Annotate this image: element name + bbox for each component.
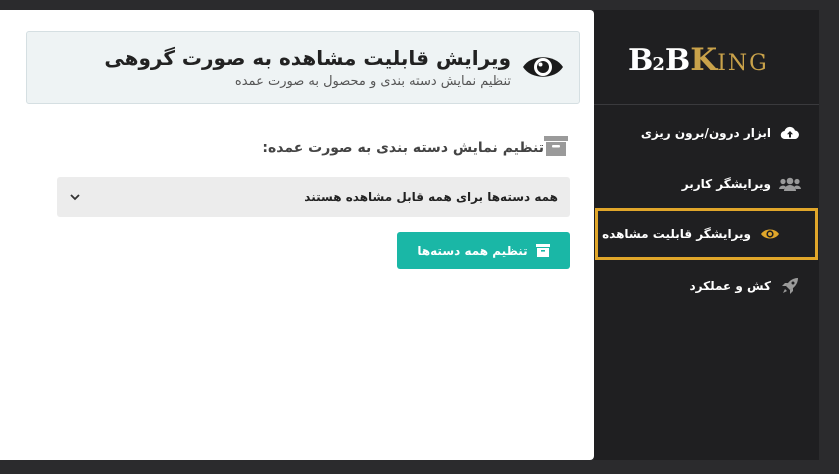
category-visibility-select[interactable]: همه دسته‌ها برای همه قابل مشاهده هستند [57, 177, 570, 217]
eye-icon [759, 226, 781, 242]
page-title: ویرایش قابلیت مشاهده به صورت گروهی [104, 46, 511, 70]
users-icon [779, 176, 801, 192]
chevron-down-icon [70, 194, 80, 201]
main-panel: ویرایش قابلیت مشاهده به صورت گروهی تنظیم… [0, 10, 594, 460]
page-subtitle: تنظیم نمایش دسته بندی و محصول به صورت عم… [234, 74, 511, 89]
archive-box-icon [544, 136, 568, 156]
section-title: تنظیم نمایش دسته بندی به صورت عمده: [262, 140, 544, 156]
sidebar-item-import-export[interactable]: ابزار درون/برون ریزی [601, 108, 801, 158]
archive-box-icon [535, 244, 550, 257]
cloud-upload-icon [779, 125, 801, 141]
sidebar-item-user-editor[interactable]: ویرایشگر کاربر [601, 159, 801, 209]
eye-icon [523, 57, 563, 77]
set-all-categories-button[interactable]: تنظیم همه دسته‌ها [397, 232, 570, 269]
sidebar-divider [594, 104, 819, 105]
page-header: ویرایش قابلیت مشاهده به صورت گروهی تنظیم… [26, 31, 580, 104]
sidebar-item-label: ویرایشگر قابلیت مشاهده [602, 227, 751, 241]
sidebar-item-label: کش و عملکرد [689, 279, 772, 293]
brand-logo: B 2 B K ING [628, 42, 769, 78]
apply-button-label: تنظیم همه دسته‌ها [417, 243, 528, 258]
sidebar-item-label: ویرایشگر کاربر [681, 177, 771, 191]
sidebar-item-visibility-editor[interactable]: ویرایشگر قابلیت مشاهده [595, 208, 818, 260]
sidebar-item-cache-performance[interactable]: کش و عملکرد [601, 261, 801, 311]
select-value: همه دسته‌ها برای همه قابل مشاهده هستند [304, 190, 558, 204]
sidebar-item-label: ابزار درون/برون ریزی [640, 126, 771, 140]
rocket-icon [779, 278, 801, 294]
